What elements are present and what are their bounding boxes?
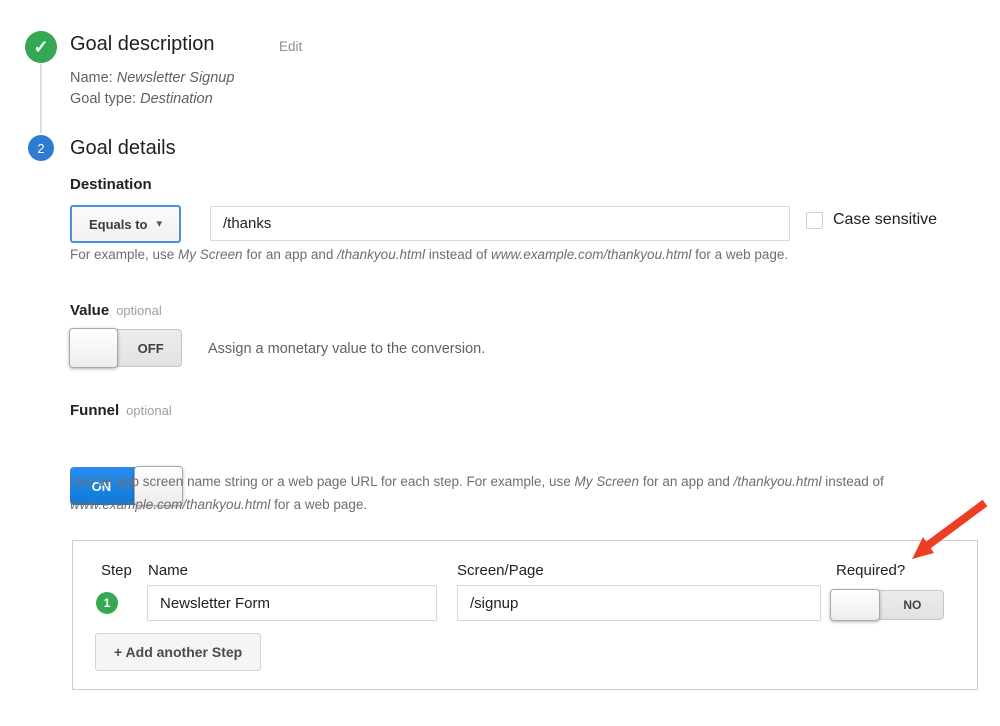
completed-step-icon: ✓ bbox=[25, 31, 57, 63]
annotation-arrow-icon bbox=[890, 495, 995, 570]
add-another-step-button[interactable]: + Add another Step bbox=[95, 633, 261, 671]
funnel-step-number: 1 bbox=[96, 592, 118, 614]
chevron-down-icon: ▾ bbox=[156, 219, 162, 230]
value-toggle[interactable]: OFF bbox=[70, 329, 182, 367]
edit-link[interactable]: Edit bbox=[279, 39, 302, 54]
funnel-helper-text: Use an app screen name string or a web p… bbox=[70, 470, 948, 516]
funnel-optional-label: optional bbox=[126, 403, 172, 418]
value-label-row: Value optional bbox=[70, 302, 162, 319]
value-optional-label: optional bbox=[116, 303, 162, 318]
funnel-label-row: Funnel optional bbox=[70, 402, 172, 419]
text-segment: Use an app screen name string or a web p… bbox=[70, 474, 575, 489]
text-segment: My Screen bbox=[178, 247, 243, 262]
step-connector-line bbox=[40, 64, 42, 133]
text-segment: instead of bbox=[821, 474, 883, 489]
text-segment: www.example.com/thankyou.html bbox=[70, 497, 270, 512]
column-header-step: Step bbox=[101, 562, 132, 579]
match-type-value: Equals to bbox=[89, 217, 148, 232]
text-segment: for an app and bbox=[243, 247, 338, 262]
current-step-number: 2 bbox=[28, 135, 54, 161]
goal-name-line: Name: Newsletter Signup bbox=[70, 70, 234, 86]
goal-details-title: Goal details bbox=[70, 137, 176, 160]
funnel-step-name-input[interactable] bbox=[147, 585, 437, 621]
match-type-dropdown[interactable]: Equals to ▾ bbox=[70, 205, 181, 243]
value-description: Assign a monetary value to the conversio… bbox=[208, 341, 485, 357]
destination-label: Destination bbox=[70, 176, 152, 193]
case-sensitive-checkbox[interactable] bbox=[806, 212, 823, 229]
destination-url-input[interactable] bbox=[210, 206, 790, 241]
text-segment: instead of bbox=[425, 247, 491, 262]
text-segment: for a web page. bbox=[691, 247, 788, 262]
goal-type-label: Goal type: bbox=[70, 91, 136, 107]
column-header-screen-page: Screen/Page bbox=[457, 562, 544, 579]
required-toggle[interactable]: NO bbox=[831, 590, 944, 620]
funnel-label: Funnel bbox=[70, 402, 119, 419]
required-toggle-state: NO bbox=[881, 590, 944, 620]
text-segment: My Screen bbox=[575, 474, 640, 489]
funnel-steps-box: Step Name Screen/Page Required? 1 NO + A… bbox=[72, 540, 978, 690]
text-segment: for a web page. bbox=[270, 497, 367, 512]
goal-setup-page: ✓ Goal description Edit Name: Newsletter… bbox=[0, 0, 1000, 726]
value-toggle-state: OFF bbox=[119, 329, 182, 367]
text-segment: /thankyou.html bbox=[337, 247, 425, 262]
toggle-knob bbox=[830, 589, 880, 621]
goal-type-value: Destination bbox=[140, 91, 213, 107]
text-segment: For example, use bbox=[70, 247, 178, 262]
text-segment: www.example.com/thankyou.html bbox=[491, 247, 691, 262]
column-header-name: Name bbox=[148, 562, 188, 579]
destination-helper-text: For example, use My Screen for an app an… bbox=[70, 243, 980, 266]
goal-description-title: Goal description bbox=[70, 33, 215, 56]
case-sensitive-label: Case sensitive bbox=[833, 211, 937, 229]
funnel-step-screen-input[interactable] bbox=[457, 585, 821, 621]
value-label: Value bbox=[70, 302, 109, 319]
text-segment: for an app and bbox=[639, 474, 734, 489]
check-icon: ✓ bbox=[33, 37, 48, 58]
text-segment: /thankyou.html bbox=[734, 474, 822, 489]
goal-name-value: Newsletter Signup bbox=[117, 70, 235, 86]
goal-type-line: Goal type: Destination bbox=[70, 91, 213, 107]
toggle-knob bbox=[69, 328, 118, 368]
goal-name-label: Name: bbox=[70, 70, 113, 86]
